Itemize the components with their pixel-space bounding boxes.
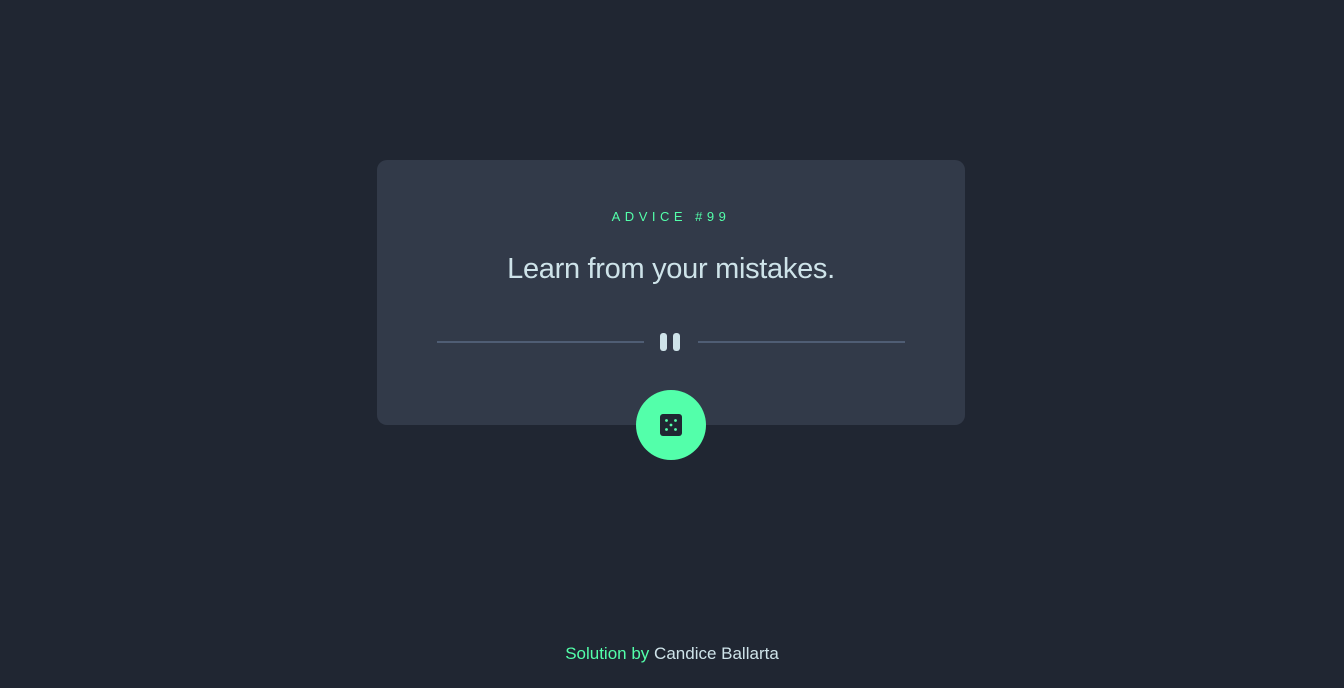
advice-number: ADVICE #99 bbox=[611, 209, 731, 224]
dice-icon bbox=[660, 414, 682, 436]
pause-bar-left bbox=[660, 333, 667, 351]
attribution: Solution by Candice Ballarta bbox=[0, 644, 1344, 664]
advice-quote: Learn from your mistakes. bbox=[507, 253, 835, 285]
attribution-prefix: Solution by bbox=[565, 644, 650, 663]
divider-line-right bbox=[698, 341, 905, 343]
divider-line-left bbox=[437, 341, 644, 343]
divider bbox=[437, 331, 905, 353]
advice-card: ADVICE #99 Learn from your mistakes. bbox=[377, 160, 965, 425]
pause-bar-right bbox=[673, 333, 680, 351]
page: ADVICE #99 Learn from your mistakes. Sol… bbox=[0, 0, 1344, 688]
generate-advice-button[interactable] bbox=[636, 390, 706, 460]
author-link[interactable]: Candice Ballarta bbox=[654, 644, 779, 663]
pause-icon bbox=[659, 333, 683, 351]
